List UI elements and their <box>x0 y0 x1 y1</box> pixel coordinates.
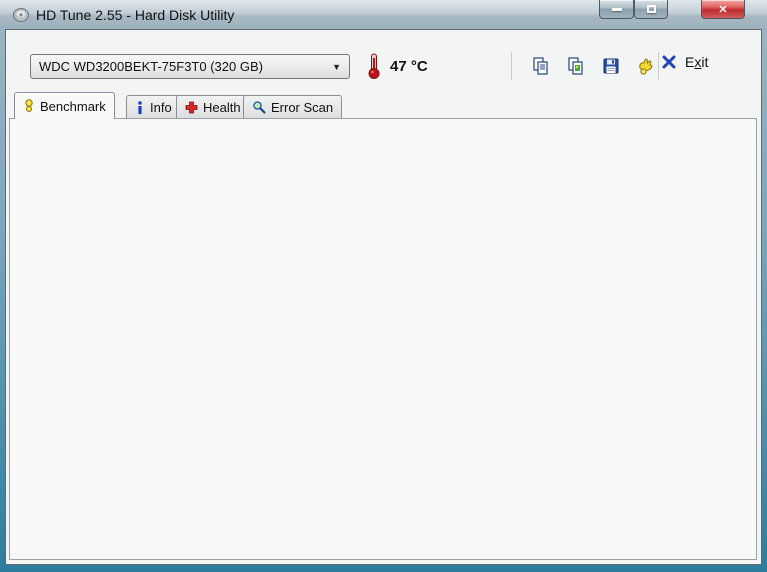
client-area: WDC WD3200BEKT-75F3T0 (320 GB) ▼ 47 °C E… <box>5 29 762 565</box>
maximize-button[interactable] <box>634 0 668 19</box>
benchmark-page <box>9 118 757 560</box>
maximize-icon <box>646 5 656 13</box>
minimize-button[interactable] <box>599 0 634 19</box>
benchmark-icon <box>23 99 35 113</box>
window-title: HD Tune 2.55 - Hard Disk Utility <box>36 6 235 23</box>
app-window: HD Tune 2.55 - Hard Disk Utility ✕ WDC W… <box>0 0 767 572</box>
tab-benchmark-label: Benchmark <box>40 98 106 114</box>
close-button[interactable]: ✕ <box>701 0 745 19</box>
tab-benchmark[interactable]: Benchmark <box>14 92 115 119</box>
close-icon: ✕ <box>718 3 728 16</box>
minimize-icon <box>611 7 622 11</box>
app-icon <box>13 7 29 22</box>
